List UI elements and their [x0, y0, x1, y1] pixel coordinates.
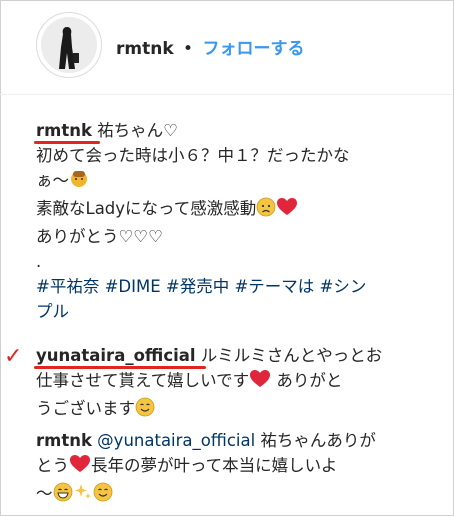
comment-1-username[interactable]: yunataira_official: [36, 346, 196, 365]
caption-line-4: 素敵なLadyになって感激感動: [36, 199, 257, 218]
hashtags-line-1[interactable]: #平祐奈 #DIME #発売中 #テーマは #シン: [36, 274, 446, 299]
grinning-face-icon: [53, 482, 73, 509]
heart-icon: [69, 454, 91, 481]
comment-1-line-2-after: ありがと: [271, 371, 343, 390]
comment-2-username[interactable]: rmtnk: [36, 431, 92, 450]
avatar[interactable]: [36, 12, 102, 78]
heart-icon: [249, 369, 271, 396]
sparkles-icon: [73, 482, 93, 509]
comment-2-line-2: とう: [36, 456, 69, 475]
comment-2-line-3: 〜: [36, 484, 53, 503]
comment-2-mention[interactable]: @yunataira_official: [92, 431, 255, 450]
caption-line-1: 祐ちゃん♡: [91, 121, 178, 140]
hashtags-line-2[interactable]: プル: [36, 299, 446, 324]
heart-icon: [276, 197, 298, 224]
caption-line-3: ぁ〜: [36, 171, 69, 190]
separator-dot: •: [183, 39, 194, 59]
caption-line-2: 初めて会った時は小６？中１？だったかな: [36, 146, 350, 165]
comment-1: yunataira_official ルミルミさんとやっとお 仕事させて貰えて嬉…: [36, 343, 450, 424]
caption-line-6: .: [36, 252, 42, 271]
follow-button[interactable]: フォローする: [202, 39, 304, 59]
comment-1-username-underline: [34, 366, 206, 369]
comment-1-line-1: ルミルミさんとやっとお: [195, 346, 383, 365]
comment-1-line-3: うございます: [36, 399, 135, 418]
comment-1-line-2: 仕事させて貰えて嬉しいです: [36, 371, 250, 390]
smiling-face-icon: [135, 397, 155, 424]
comment-2-line-1: 祐ちゃんありが: [255, 431, 376, 450]
disappointed-face-icon: [256, 197, 276, 224]
comment-2: rmtnk @yunataira_official 祐ちゃんありが とう 長年の夢…: [36, 428, 450, 509]
caption-username-underline: [34, 141, 100, 144]
comment-2-line-2-after: 長年の夢が叶って本当に嬉しいよ: [91, 456, 338, 475]
post-author-username[interactable]: rmtnk: [116, 39, 174, 59]
girl-emoji-icon: [69, 169, 89, 196]
check-mark-icon: ✓: [4, 344, 23, 369]
post-header: rmtnk • フォローする: [0, 0, 452, 95]
post-caption: rmtnk 祐ちゃん♡ 初めて会った時は小６？中１？だったかな ぁ〜 素敵なLa…: [36, 118, 446, 324]
avatar-photo: [41, 17, 97, 73]
caption-line-5: ありがとう♡♡♡: [36, 227, 163, 246]
smiling-face-icon: [93, 482, 113, 509]
caption-username[interactable]: rmtnk: [36, 121, 92, 140]
